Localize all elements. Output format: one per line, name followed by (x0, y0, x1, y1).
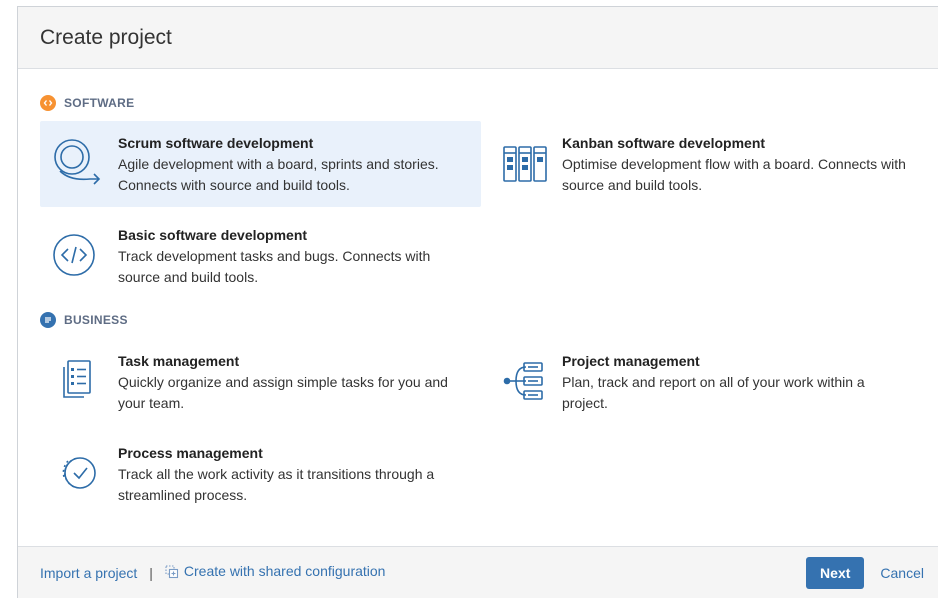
dialog-title: Create project (40, 25, 172, 49)
dialog-header: Create project (18, 7, 938, 69)
scrum-title: Scrum software development (118, 135, 314, 151)
next-button[interactable]: Next (806, 556, 865, 589)
section-software-label: SOFTWARE (64, 96, 135, 110)
template-kanban[interactable]: Kanban software development Optimise dev… (484, 121, 924, 207)
section-software: SOFTWARE (40, 95, 134, 111)
section-business-label: BUSINESS (64, 313, 128, 327)
process-description: Track all the work activity as it transi… (118, 466, 435, 503)
task-title: Task management (118, 353, 240, 369)
basic-title: Basic software development (118, 227, 308, 243)
basic-description: Track development tasks and bugs. Connec… (118, 248, 431, 285)
cancel-button[interactable]: Cancel (880, 565, 924, 581)
template-basic[interactable]: Basic software development Track develop… (40, 213, 481, 299)
scrum-description: Agile development with a board, sprints … (118, 156, 439, 193)
template-project[interactable]: Project management Plan, track and repor… (484, 339, 924, 425)
task-list-icon (50, 351, 106, 407)
template-process[interactable]: Process management Track all the work ac… (40, 431, 481, 517)
project-title: Project management (562, 353, 700, 369)
task-description: Quickly organize and assign simple tasks… (118, 374, 448, 411)
create-shared-config-label: Create with shared configuration (183, 563, 386, 579)
project-hierarchy-icon (494, 351, 550, 407)
import-project-link[interactable]: Import a project (40, 565, 137, 581)
process-title: Process management (118, 445, 263, 461)
project-description: Plan, track and report on all of your wo… (562, 374, 865, 411)
kanban-board-icon (494, 133, 550, 189)
business-section-icon (40, 312, 56, 328)
kanban-title: Kanban software development (562, 135, 766, 151)
template-task[interactable]: Task management Quickly organize and ass… (40, 339, 481, 425)
process-check-icon (50, 443, 106, 499)
code-brackets-icon (50, 225, 106, 281)
software-section-icon (40, 95, 56, 111)
dialog-footer: Import a project | Create with shared co… (18, 546, 938, 598)
template-scrum[interactable]: Scrum software development Agile develop… (40, 121, 481, 207)
section-business: BUSINESS (40, 312, 128, 328)
create-shared-config-link[interactable]: Create with shared configuration (165, 563, 386, 582)
shared-config-icon (165, 565, 179, 582)
kanban-description: Optimise development flow with a board. … (562, 156, 906, 193)
scrum-cycle-icon (50, 133, 106, 189)
footer-separator: | (149, 564, 153, 581)
create-project-dialog: Create project SOFTWARE Scrum software d… (17, 6, 938, 598)
